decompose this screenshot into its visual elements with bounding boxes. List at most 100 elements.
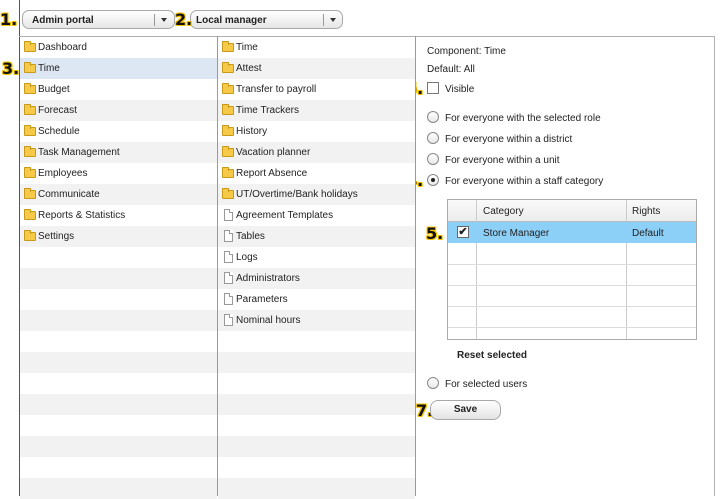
save-button[interactable]: Save bbox=[430, 400, 501, 420]
folder-icon bbox=[24, 125, 36, 136]
right-border bbox=[714, 36, 715, 496]
folder-icon bbox=[222, 104, 234, 115]
submenu-item-tables[interactable]: Tables bbox=[218, 226, 415, 247]
folder-icon bbox=[24, 167, 36, 178]
menu-item-label: Dashboard bbox=[38, 42, 87, 53]
submenu-item-time-trackers[interactable]: Time Trackers bbox=[218, 100, 415, 121]
radio-selected-users-label: For selected users bbox=[445, 379, 528, 390]
submenu-item-report-absence[interactable]: Report Absence bbox=[218, 163, 415, 184]
stripe-row bbox=[20, 310, 217, 331]
stripe-row bbox=[20, 247, 217, 268]
row-checkbox[interactable]: ✔ bbox=[457, 226, 469, 238]
menu-item-label: Employees bbox=[38, 168, 88, 179]
stripe-row bbox=[218, 352, 415, 373]
menu-item-label: Settings bbox=[38, 231, 75, 242]
submenu-item-label: Nominal hours bbox=[236, 315, 301, 326]
badge-5: 5. bbox=[426, 224, 444, 243]
radio-selected-role-label: For everyone with the selected role bbox=[445, 113, 601, 124]
page-icon bbox=[224, 209, 233, 221]
dropdown-separator bbox=[323, 14, 324, 26]
stripe-row bbox=[20, 373, 217, 394]
menu-item-label: Budget bbox=[38, 84, 70, 95]
submenu-item-vacation-planner[interactable]: Vacation planner bbox=[218, 142, 415, 163]
folder-icon bbox=[24, 41, 36, 52]
menu-item-reports-statistics[interactable]: Reports & Statistics bbox=[20, 205, 217, 226]
submenu-item-attest[interactable]: Attest bbox=[218, 58, 415, 79]
visible-label: Visible bbox=[445, 84, 475, 95]
radio-selected-role[interactable] bbox=[427, 111, 439, 123]
folder-icon bbox=[24, 209, 36, 220]
menu-item-label: Time bbox=[38, 63, 60, 74]
visible-checkbox[interactable] bbox=[427, 82, 439, 94]
submenu-item-label: History bbox=[236, 126, 268, 137]
stripe-row bbox=[20, 352, 217, 373]
submenu-item-ut-overtime-bank-holidays[interactable]: UT/Overtime/Bank holidays bbox=[218, 184, 415, 205]
stripe-row bbox=[20, 289, 217, 310]
menu-item-settings[interactable]: Settings bbox=[20, 226, 217, 247]
submenu-item-transfer-to-payroll[interactable]: Transfer to payroll bbox=[218, 79, 415, 100]
page-icon bbox=[224, 251, 233, 263]
folder-icon bbox=[24, 230, 36, 241]
stripe-row bbox=[20, 394, 217, 415]
menu-item-schedule[interactable]: Schedule bbox=[20, 121, 217, 142]
submenu-item-label: Parameters bbox=[236, 294, 288, 305]
menu-item-label: Communicate bbox=[38, 189, 100, 200]
folder-icon bbox=[222, 41, 234, 52]
role-dropdown[interactable]: Local manager bbox=[190, 10, 343, 29]
submenu-item-label: Time bbox=[236, 42, 258, 53]
table-empty-row bbox=[448, 306, 696, 328]
stripe-row bbox=[218, 457, 415, 478]
menu-item-label: Reports & Statistics bbox=[38, 210, 126, 221]
radio-district-label: For everyone within a district bbox=[445, 134, 573, 145]
submenu-item-label: Administrators bbox=[236, 273, 300, 284]
menu-item-employees[interactable]: Employees bbox=[20, 163, 217, 184]
default-label: Default: All bbox=[427, 64, 475, 75]
radio-unit-label: For everyone within a unit bbox=[445, 155, 560, 166]
submenu-item-nominal-hours[interactable]: Nominal hours bbox=[218, 310, 415, 331]
folder-icon bbox=[24, 83, 36, 94]
submenu-item-label: UT/Overtime/Bank holidays bbox=[236, 189, 358, 200]
pane-divider-2 bbox=[415, 36, 416, 496]
submenu-item-history[interactable]: History bbox=[218, 121, 415, 142]
submenu-item-parameters[interactable]: Parameters bbox=[218, 289, 415, 310]
menu-item-label: Task Management bbox=[38, 147, 120, 158]
page-icon bbox=[224, 272, 233, 284]
dropdown-separator bbox=[154, 14, 155, 26]
table-row[interactable]: ✔ Store Manager Default bbox=[448, 222, 696, 243]
submenu-item-label: Report Absence bbox=[236, 168, 308, 179]
submenu-item-agreement-templates[interactable]: Agreement Templates bbox=[218, 205, 415, 226]
menu-item-forecast[interactable]: Forecast bbox=[20, 100, 217, 121]
menu-item-budget[interactable]: Budget bbox=[20, 79, 217, 100]
stripe-row bbox=[20, 331, 217, 352]
page-icon bbox=[224, 230, 233, 242]
table-empty-row bbox=[448, 285, 696, 307]
radio-staff-category[interactable] bbox=[427, 174, 439, 186]
header-category[interactable]: Category bbox=[483, 206, 524, 217]
folder-open-icon bbox=[24, 62, 36, 73]
menu-item-task-management[interactable]: Task Management bbox=[20, 142, 217, 163]
submenu-item-administrators[interactable]: Administrators bbox=[218, 268, 415, 289]
submenu-item-time[interactable]: Time bbox=[218, 37, 415, 58]
radio-unit[interactable] bbox=[427, 153, 439, 165]
menu-item-time[interactable]: Time bbox=[20, 58, 217, 79]
badge-3: 3. bbox=[2, 59, 20, 78]
table-empty-row bbox=[448, 264, 696, 286]
radio-district[interactable] bbox=[427, 132, 439, 144]
reset-selected-link[interactable]: Reset selected bbox=[457, 350, 527, 361]
menu-item-communicate[interactable]: Communicate bbox=[20, 184, 217, 205]
portal-dropdown-value: Admin portal bbox=[32, 15, 94, 26]
menu-item-dashboard[interactable]: Dashboard bbox=[20, 37, 217, 58]
folder-icon bbox=[24, 188, 36, 199]
submenu-item-label: Agreement Templates bbox=[236, 210, 334, 221]
folder-icon bbox=[24, 146, 36, 157]
stripe-row bbox=[218, 331, 415, 352]
portal-dropdown[interactable]: Admin portal bbox=[22, 10, 175, 29]
header-rights[interactable]: Rights bbox=[632, 206, 660, 217]
row-category: Store Manager bbox=[483, 228, 550, 239]
submenu-item-label: Tables bbox=[236, 231, 265, 242]
row-rights: Default bbox=[632, 228, 664, 239]
folder-icon bbox=[24, 104, 36, 115]
radio-selected-users[interactable] bbox=[427, 377, 439, 389]
submenu-item-logs[interactable]: Logs bbox=[218, 247, 415, 268]
table-empty-row bbox=[448, 243, 696, 265]
